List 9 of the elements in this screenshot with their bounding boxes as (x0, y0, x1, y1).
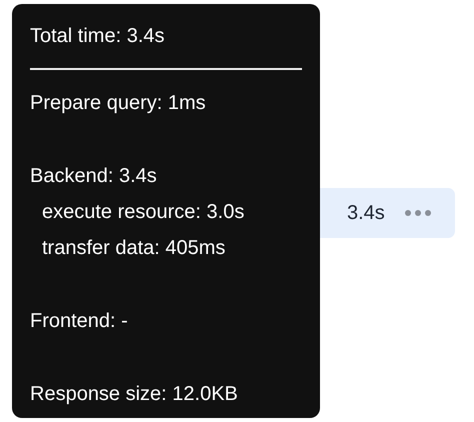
timing-text: Prepare query: 1ms (30, 91, 207, 116)
timing-text: Backend: 3.4s (30, 164, 158, 189)
timing-text: Frontend: - (30, 309, 129, 334)
more-icon[interactable] (404, 210, 431, 216)
timing-text: execute resource: 3.0s (41, 200, 246, 225)
timing-text: Response size: 12.0KB (30, 382, 239, 407)
tooltip-title: Total time: 3.4s (30, 24, 166, 49)
timing-text: transfer data: 405ms (41, 236, 226, 261)
duration-text: 3.4s (347, 202, 385, 224)
